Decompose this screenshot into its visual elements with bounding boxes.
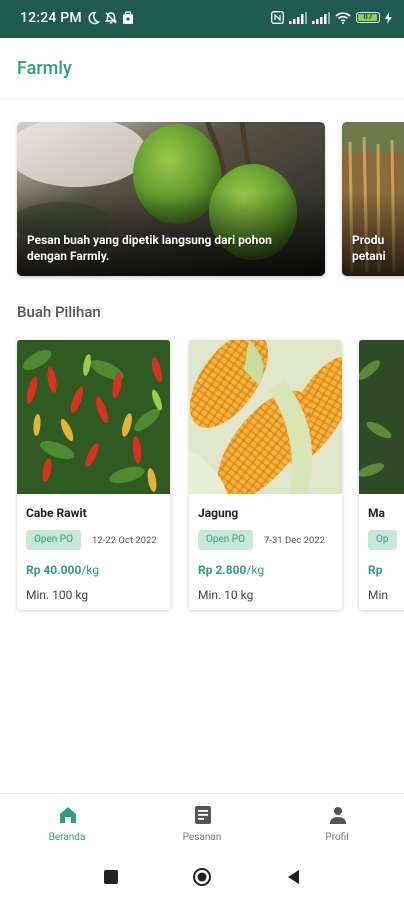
product-card[interactable]: Ma Op Rp Min	[359, 340, 404, 610]
nav-label: Profil	[325, 832, 349, 843]
product-carousel[interactable]: Cabe Rawit Open PO 12-22 Oct 2022 Rp 40.…	[0, 338, 404, 618]
orders-icon	[195, 806, 211, 824]
open-po-badge: Open PO	[198, 530, 253, 550]
status-right-icons: 87	[271, 11, 392, 24]
charging-icon	[385, 11, 392, 24]
battery-icon: 87	[356, 12, 380, 23]
price-line: Rp	[368, 563, 382, 577]
app-title: Farmly	[17, 58, 72, 79]
product-card[interactable]: Jagung Open PO 7-31 Dec 2022 Rp 2.800/kg…	[189, 340, 342, 610]
status-bar: 12:24 PM 87	[0, 0, 404, 38]
nav-label: Pesanan	[182, 832, 222, 843]
product-name: Ma	[368, 506, 385, 520]
recents-icon[interactable]	[101, 867, 121, 887]
bottom-navigation: Beranda Pesanan Profil	[0, 793, 404, 854]
nav-item-pesanan[interactable]: Pesanan	[135, 794, 269, 854]
app-header: Farmly	[0, 38, 404, 98]
notifications-off-icon	[104, 12, 118, 24]
nav-label: Beranda	[48, 832, 86, 843]
price-value: Rp 40.000	[26, 563, 82, 577]
price-unit: /kg	[81, 563, 99, 577]
po-date-range: 12-22 Oct 2022	[92, 535, 157, 546]
minimum-order: Min	[368, 588, 389, 602]
home-button-icon[interactable]	[192, 867, 212, 887]
price-unit: /kg	[246, 563, 265, 577]
corn-photo	[189, 340, 342, 494]
product-name: Cabe Rawit	[26, 506, 87, 520]
nav-item-beranda[interactable]: Beranda	[0, 794, 134, 854]
app-notification-icon	[123, 11, 133, 24]
battery-percent: 87	[363, 12, 373, 21]
back-icon[interactable]	[284, 867, 304, 887]
open-po-badge: Op	[368, 530, 397, 550]
banner-carousel[interactable]: Pesan buah yang dipetik langsung dari po…	[0, 120, 404, 280]
po-date-range: 7-31 Dec 2022	[264, 535, 325, 546]
minimum-order: Min. 100 kg	[26, 588, 89, 602]
section-title: Buah Pilihan	[17, 303, 101, 321]
home-icon	[60, 807, 76, 823]
signal-1-icon	[289, 11, 307, 24]
system-navigation-bar	[0, 853, 404, 900]
wifi-icon	[335, 11, 351, 24]
open-po-badge: Open PO	[26, 530, 81, 550]
moon-icon	[88, 11, 100, 25]
banner-card[interactable]: Produ petani	[342, 122, 404, 276]
price-line: Rp 2.800/kg	[198, 563, 264, 577]
product-card[interactable]: Cabe Rawit Open PO 12-22 Oct 2022 Rp 40.…	[17, 340, 170, 610]
product-name: Jagung	[198, 506, 239, 520]
minimum-order: Min. 10 kg	[198, 588, 254, 602]
nfc-icon	[271, 11, 284, 24]
banner-card[interactable]: Pesan buah yang dipetik langsung dari po…	[17, 122, 325, 276]
chili-photo	[17, 340, 170, 494]
price-value: Rp 2.800	[198, 563, 247, 577]
banner-caption: Pesan buah yang dipetik langsung dari po…	[27, 233, 272, 263]
status-left-icons	[86, 11, 134, 25]
price-value: Rp	[368, 563, 383, 577]
nav-item-profil[interactable]: Profil	[270, 794, 404, 854]
signal-2-icon	[312, 11, 330, 24]
banner-caption: Produ petani	[352, 233, 386, 263]
price-line: Rp 40.000/kg	[26, 563, 99, 577]
mango-tree-photo	[359, 340, 404, 494]
status-time: 12:24 PM	[20, 10, 82, 26]
profile-icon	[330, 807, 346, 824]
